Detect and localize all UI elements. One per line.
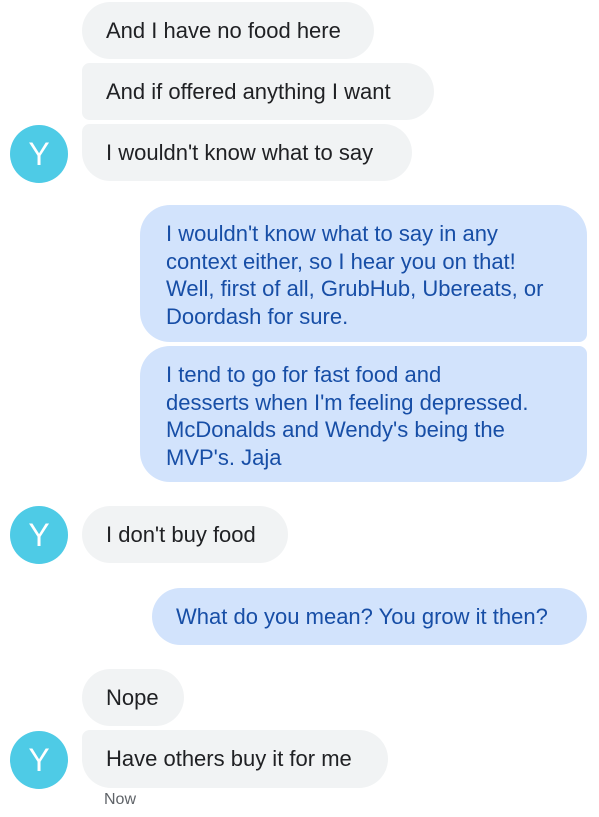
contact-avatar[interactable]: Y (10, 506, 68, 564)
outgoing-message[interactable]: What do you mean? You grow it then? (152, 588, 587, 645)
incoming-message[interactable]: I don't buy food (82, 506, 288, 563)
outgoing-message[interactable]: I tend to go for fast food and desserts … (140, 346, 587, 482)
contact-avatar[interactable]: Y (10, 731, 68, 789)
incoming-message[interactable]: Nope (82, 669, 184, 726)
message-timestamp: Now (104, 791, 137, 808)
incoming-message[interactable]: And I have no food here (82, 2, 374, 59)
incoming-message[interactable]: I wouldn't know what to say (82, 124, 412, 181)
contact-avatar[interactable]: Y (10, 125, 68, 183)
outgoing-message[interactable]: I wouldn't know what to say in any conte… (140, 205, 587, 342)
incoming-message[interactable]: And if offered anything I want (82, 63, 434, 120)
message-thread: And I have no food here And if offered a… (0, 0, 599, 817)
incoming-message[interactable]: Have others buy it for me (82, 730, 388, 788)
